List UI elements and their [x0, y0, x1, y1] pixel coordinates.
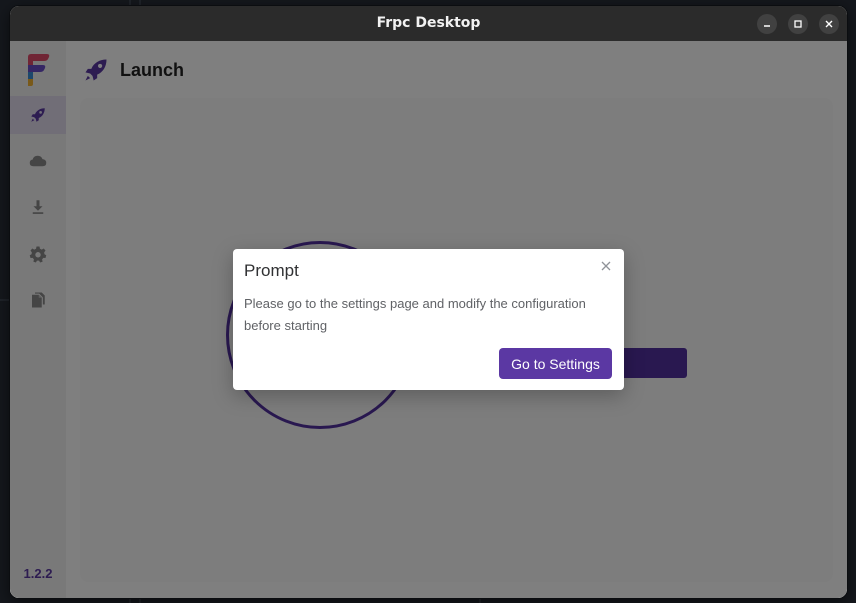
maximize-icon — [794, 20, 802, 28]
title-bar[interactable]: Frpc Desktop — [10, 6, 847, 41]
prompt-dialog: Prompt Please go to the settings page an… — [233, 249, 624, 390]
close-icon — [825, 20, 833, 28]
minimize-button[interactable] — [757, 14, 777, 34]
dialog-title: Prompt — [244, 261, 299, 280]
go-to-settings-button[interactable]: Go to Settings — [499, 348, 612, 379]
window-title: Frpc Desktop — [376, 15, 481, 31]
dialog-message: Please go to the settings page and modif… — [244, 296, 586, 333]
app-window: Frpc Desktop Prompt Please go to the set… — [10, 6, 847, 598]
minimize-icon — [764, 25, 770, 27]
close-icon[interactable] — [598, 258, 614, 274]
close-button[interactable] — [819, 14, 839, 34]
maximize-button[interactable] — [788, 14, 808, 34]
